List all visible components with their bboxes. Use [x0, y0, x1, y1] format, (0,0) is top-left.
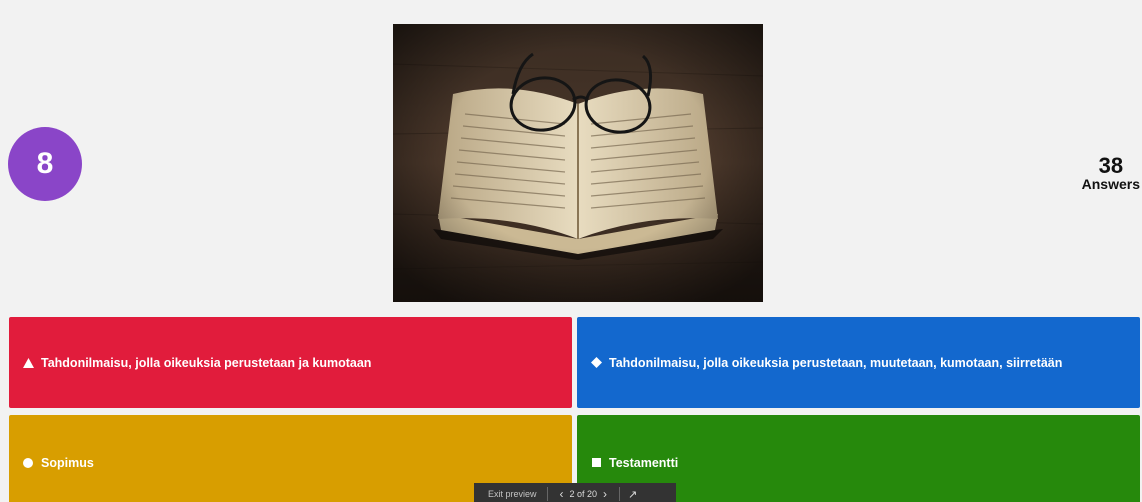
answers-label: Answers — [1081, 176, 1140, 193]
quiz-stage: 8 38 Answers Tahdonilmaisu, jolla oikeuk… — [0, 0, 1142, 502]
triangle-icon — [21, 357, 35, 368]
answer-option-triangle[interactable]: Tahdonilmaisu, jolla oikeuksia perusteta… — [9, 317, 572, 408]
square-icon — [589, 458, 603, 467]
answers-counter: 38 Answers — [1082, 154, 1140, 192]
diamond-icon — [589, 357, 603, 368]
answer-text: Tahdonilmaisu, jolla oikeuksia perusteta… — [609, 355, 1063, 370]
page-navigation: ‹ 2 of 20 › — [548, 487, 620, 501]
fullscreen-icon[interactable]: ↗ — [620, 488, 645, 501]
countdown-timer: 8 — [8, 127, 82, 201]
exit-preview-button[interactable]: Exit preview — [474, 489, 547, 499]
answers-count: 38 — [1098, 153, 1124, 178]
answer-option-diamond[interactable]: Tahdonilmaisu, jolla oikeuksia perusteta… — [577, 317, 1140, 408]
chevron-left-icon[interactable]: ‹ — [554, 487, 570, 501]
page-indicator: 2 of 20 — [569, 489, 598, 499]
preview-toolbar: Exit preview ‹ 2 of 20 › ↗ — [474, 483, 676, 502]
circle-icon — [21, 457, 35, 468]
question-image — [393, 24, 763, 302]
answer-text: Tahdonilmaisu, jolla oikeuksia perusteta… — [41, 355, 372, 370]
timer-value: 8 — [36, 147, 54, 180]
chevron-right-icon[interactable]: › — [597, 487, 613, 501]
answer-text: Sopimus — [41, 455, 94, 470]
answer-text: Testamentti — [609, 455, 679, 470]
